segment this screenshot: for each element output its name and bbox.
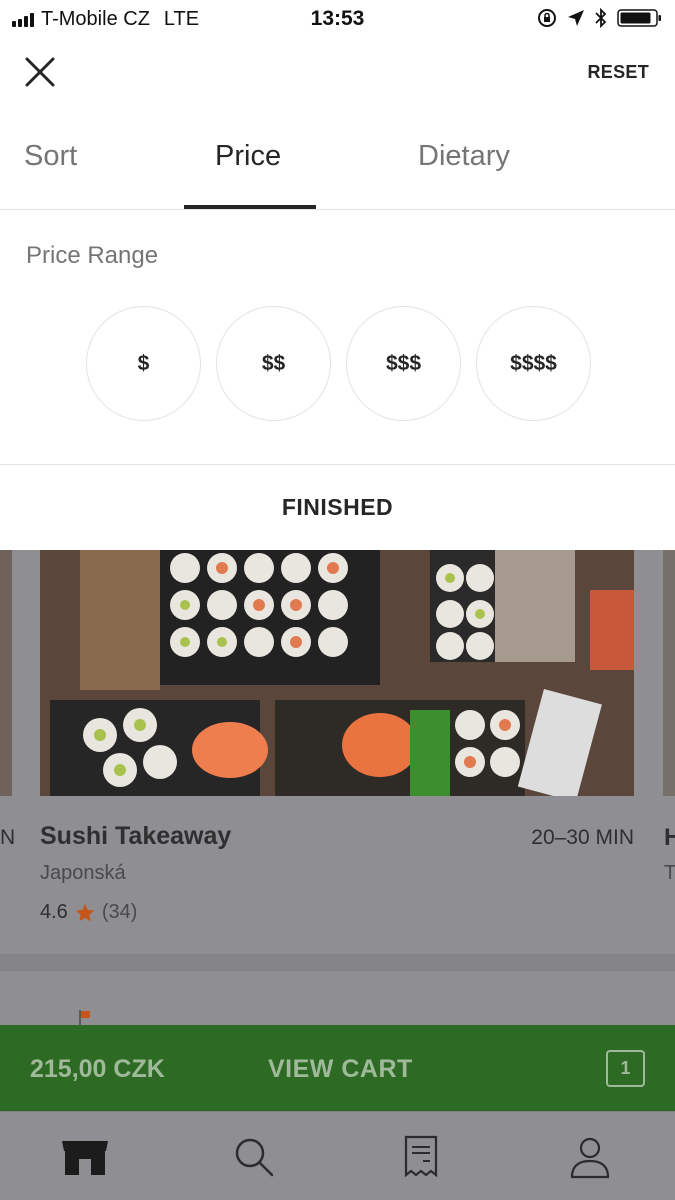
reset-button[interactable]: RESET xyxy=(587,62,649,83)
tab-search[interactable] xyxy=(229,1134,279,1180)
battery-icon xyxy=(617,9,661,27)
rating-value: 4.6 xyxy=(40,901,68,923)
rating-count: (34) xyxy=(101,901,138,923)
status-right xyxy=(537,8,663,28)
search-icon xyxy=(235,1138,274,1177)
prev-card-eta-fragment: N xyxy=(0,826,16,849)
restaurant-cuisine: Japonská xyxy=(40,862,126,884)
price-range-title: Price Range xyxy=(26,242,159,269)
store-icon xyxy=(62,1141,108,1175)
price-option-4[interactable]: $$$$ xyxy=(476,306,591,421)
finished-button[interactable]: FINISHED xyxy=(0,464,675,550)
location-arrow-icon xyxy=(568,10,584,26)
star-icon xyxy=(75,903,94,921)
restaurant-name[interactable]: Sushi Takeaway xyxy=(40,822,231,851)
active-tab-indicator xyxy=(184,205,316,209)
profile-icon xyxy=(570,1137,610,1179)
filter-tabs: Sort Price Dietary xyxy=(0,124,675,210)
price-option-3[interactable]: $$$ xyxy=(346,306,461,421)
tab-home[interactable] xyxy=(60,1134,110,1180)
tab-sort[interactable]: Sort xyxy=(24,140,77,173)
tab-dietary[interactable]: Dietary xyxy=(418,140,510,173)
orientation-lock-icon xyxy=(538,9,556,27)
tab-profile[interactable] xyxy=(565,1134,615,1180)
next-card-name-fragment: H xyxy=(664,824,675,851)
section-divider xyxy=(0,954,675,970)
next-listing-card xyxy=(0,970,675,1025)
price-option-1[interactable]: $ xyxy=(86,306,201,421)
status-bar: T-Mobile CZ LTE 13:53 xyxy=(0,0,675,38)
next-card-photo xyxy=(663,550,675,796)
restaurant-listing: N Sushi Takeaway 20–30 MIN Japonská 4.6 … xyxy=(0,550,675,1025)
close-icon xyxy=(25,57,55,87)
tab-orders[interactable] xyxy=(396,1134,446,1180)
cart-item-count: 1 xyxy=(606,1050,645,1087)
prev-card-photo xyxy=(0,550,12,796)
tab-price[interactable]: Price xyxy=(215,140,281,173)
close-button[interactable] xyxy=(22,54,58,90)
view-cart-label: VIEW CART xyxy=(268,1055,413,1083)
sushi-photo-image xyxy=(40,550,634,796)
bluetooth-icon xyxy=(595,8,607,28)
receipt-icon xyxy=(404,1135,438,1178)
restaurant-eta: 20–30 MIN xyxy=(531,826,634,849)
filter-sheet: RESET Sort Price Dietary Price Range $ $… xyxy=(0,38,675,550)
flag-icon xyxy=(79,1010,90,1025)
restaurant-rating: 4.6 (34) xyxy=(40,901,137,924)
restaurant-photo[interactable] xyxy=(40,550,634,796)
price-option-2[interactable]: $$ xyxy=(216,306,331,421)
price-options: $ $$ $$$ $$$$ xyxy=(86,306,591,421)
view-cart-button[interactable]: 215,00 CZK VIEW CART 1 xyxy=(0,1025,675,1111)
cart-total: 215,00 CZK xyxy=(30,1055,165,1083)
bottom-tab-bar xyxy=(0,1111,675,1200)
next-card-cuisine-fragment: T xyxy=(664,862,675,884)
